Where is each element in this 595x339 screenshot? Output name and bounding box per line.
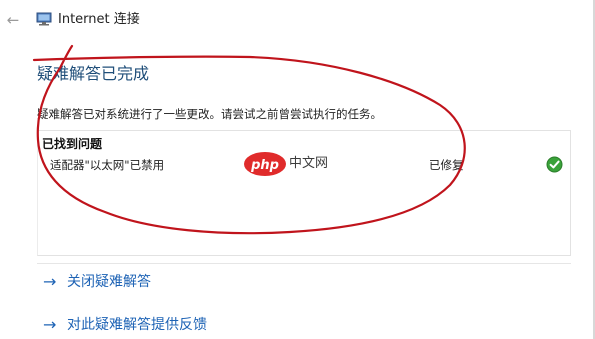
problem-status: 已修复	[429, 158, 464, 172]
problems-found-panel: 已找到问题 适配器"以太网"已禁用 已修复	[37, 130, 571, 256]
back-arrow-icon[interactable]: ←	[4, 11, 22, 29]
watermark-text: 中文网	[289, 156, 329, 171]
give-feedback-link[interactable]: → 对此疑难解答提供反馈	[37, 307, 571, 339]
svg-text:php: php	[250, 158, 279, 173]
page-title: 疑难解答已完成	[37, 64, 150, 83]
title-bar: ← Internet 连接	[0, 0, 595, 40]
result-description: 疑难解答已对系统进行了一些更改。请尝试之前曾尝试执行的任务。	[37, 107, 382, 121]
troubleshooter-window: ← Internet 连接 疑难解答已完成 疑难解答已对系统进行了一些更改。请尝…	[0, 0, 595, 339]
php-logo-watermark: php	[244, 152, 286, 176]
window-title: Internet 连接	[58, 12, 140, 27]
problems-header: 已找到问题	[42, 137, 103, 151]
close-troubleshooter-label: 关闭疑难解答	[67, 274, 151, 290]
give-feedback-label: 对此疑难解答提供反馈	[67, 317, 207, 333]
green-check-icon	[546, 156, 563, 173]
close-troubleshooter-link[interactable]: → 关闭疑难解答	[37, 263, 571, 301]
arrow-right-icon: →	[43, 315, 57, 334]
network-troubleshooter-icon	[36, 12, 52, 26]
problem-name: 适配器"以太网"已禁用	[50, 158, 165, 172]
watermark: php 中文网	[243, 151, 353, 181]
arrow-right-icon: →	[43, 272, 57, 291]
